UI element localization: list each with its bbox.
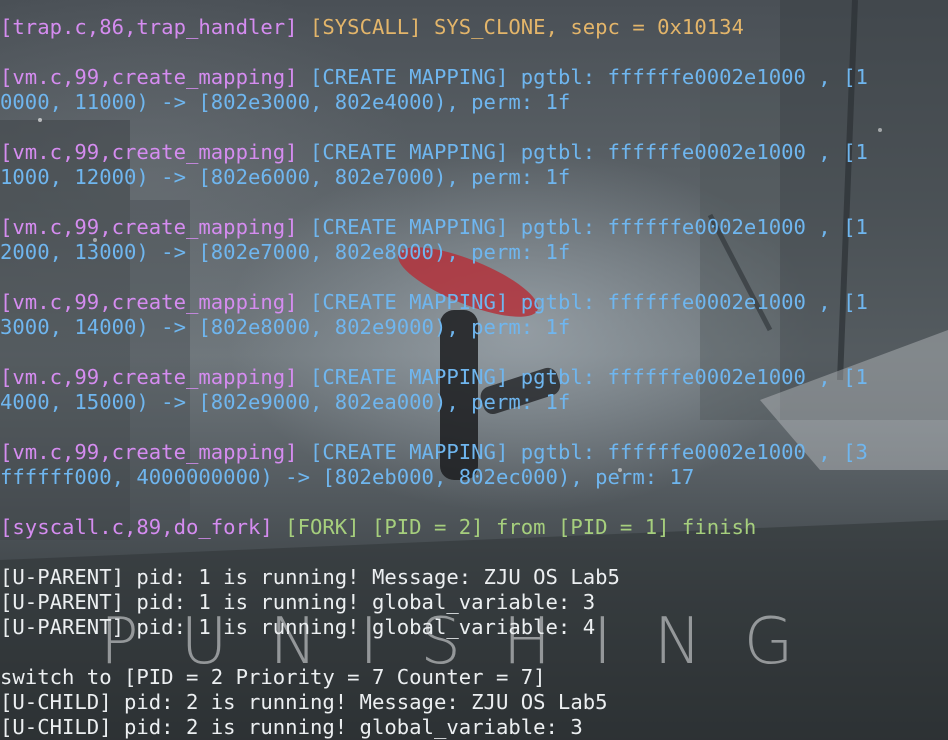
terminal-text-segment: [vm.c,99,create_mapping] [0, 290, 310, 314]
terminal-line: [U-PARENT] pid: 1 is running! global_var… [0, 615, 948, 640]
terminal-text-segment: [CREATE MAPPING] pgtbl: ffffffe0002e1000… [309, 65, 868, 89]
terminal-line: [trap.c,86,trap_handler] [SYSCALL] SYS_C… [0, 15, 948, 40]
terminal-line: [U-PARENT] pid: 1 is running! global_var… [0, 590, 948, 615]
terminal-text-segment: [U-CHILD] pid: 2 is running! Message: ZJ… [0, 690, 608, 714]
terminal-line: [U-PARENT] pid: 1 is running! Message: Z… [0, 565, 948, 590]
terminal-text-segment: [vm.c,99,create_mapping] [0, 440, 310, 464]
terminal-line: [vm.c,99,create_mapping] [CREATE MAPPING… [0, 365, 948, 390]
terminal-line: [vm.c,99,create_mapping] [CREATE MAPPING… [0, 215, 948, 240]
terminal-text-segment: [U-PARENT] pid: 1 is running! global_var… [0, 615, 596, 639]
terminal-line: 4000, 15000) -> [802e9000, 802ea000), pe… [0, 390, 948, 415]
terminal-line: [vm.c,99,create_mapping] [CREATE MAPPING… [0, 65, 948, 90]
terminal-text-segment: switch to [PID = 2 Priority = 7 Counter … [0, 665, 546, 689]
terminal-text-segment: [trap.c,86,trap_handler] [0, 15, 310, 39]
terminal-line: 0000, 11000) -> [802e3000, 802e4000), pe… [0, 90, 948, 115]
terminal-text-segment: 3000, 14000) -> [802e8000, 802e9000), pe… [0, 315, 571, 339]
terminal-text-segment: [CREATE MAPPING] pgtbl: ffffffe0002e1000… [309, 215, 868, 239]
terminal-text-segment: [U-PARENT] pid: 1 is running! Message: Z… [0, 565, 620, 589]
terminal-line: ffffff000, 4000000000) -> [802eb000, 802… [0, 465, 948, 490]
terminal-line: [syscall.c,89,do_fork] [FORK] [PID = 2] … [0, 515, 948, 540]
terminal-line: switch to [PID = 2 Priority = 7 Counter … [0, 665, 948, 690]
terminal-text-segment: [CREATE MAPPING] pgtbl: ffffffe0002e1000… [309, 440, 868, 464]
terminal-line: 2000, 13000) -> [802e7000, 802e8000), pe… [0, 240, 948, 265]
terminal-line: [U-CHILD] pid: 2 is running! global_vari… [0, 715, 948, 740]
terminal-output[interactable]: [trap.c,86,trap_handler] [SYSCALL] SYS_C… [0, 15, 948, 740]
terminal-text-segment: [CREATE MAPPING] pgtbl: ffffffe0002e1000… [309, 290, 868, 314]
terminal-text-segment: [vm.c,99,create_mapping] [0, 140, 310, 164]
terminal-text-segment: [vm.c,99,create_mapping] [0, 65, 310, 89]
terminal-text-segment: 0000, 11000) -> [802e3000, 802e4000), pe… [0, 90, 571, 114]
terminal-line: [vm.c,99,create_mapping] [CREATE MAPPING… [0, 140, 948, 165]
terminal-line: 3000, 14000) -> [802e8000, 802e9000), pe… [0, 315, 948, 340]
terminal-line: [vm.c,99,create_mapping] [CREATE MAPPING… [0, 290, 948, 315]
terminal-text-segment: 4000, 15000) -> [802e9000, 802ea000), pe… [0, 390, 571, 414]
terminal-text-segment: [vm.c,99,create_mapping] [0, 365, 310, 389]
terminal-text-segment: 2000, 13000) -> [802e7000, 802e8000), pe… [0, 240, 571, 264]
terminal-line: [vm.c,99,create_mapping] [CREATE MAPPING… [0, 440, 948, 465]
terminal-text-segment: [syscall.c,89,do_fork] [0, 515, 286, 539]
terminal-text-segment: [SYSCALL] SYS_CLONE, sepc = 0x10134 [309, 15, 744, 39]
terminal-line: 1000, 12000) -> [802e6000, 802e7000), pe… [0, 165, 948, 190]
terminal-text-segment: [U-CHILD] pid: 2 is running! global_vari… [0, 715, 583, 739]
terminal-text-segment: [U-PARENT] pid: 1 is running! global_var… [0, 590, 596, 614]
terminal-text-segment: [CREATE MAPPING] pgtbl: ffffffe0002e1000… [309, 365, 868, 389]
terminal-text-segment: [vm.c,99,create_mapping] [0, 215, 310, 239]
terminal-text-segment: [FORK] [PID = 2] from [PID = 1] finish [285, 515, 757, 539]
terminal-text-segment: 1000, 12000) -> [802e6000, 802e7000), pe… [0, 165, 571, 189]
terminal-text-segment: ffffff000, 4000000000) -> [802eb000, 802… [0, 465, 695, 489]
terminal-line: [U-CHILD] pid: 2 is running! Message: ZJ… [0, 690, 948, 715]
terminal-text-segment: [CREATE MAPPING] pgtbl: ffffffe0002e1000… [309, 140, 868, 164]
